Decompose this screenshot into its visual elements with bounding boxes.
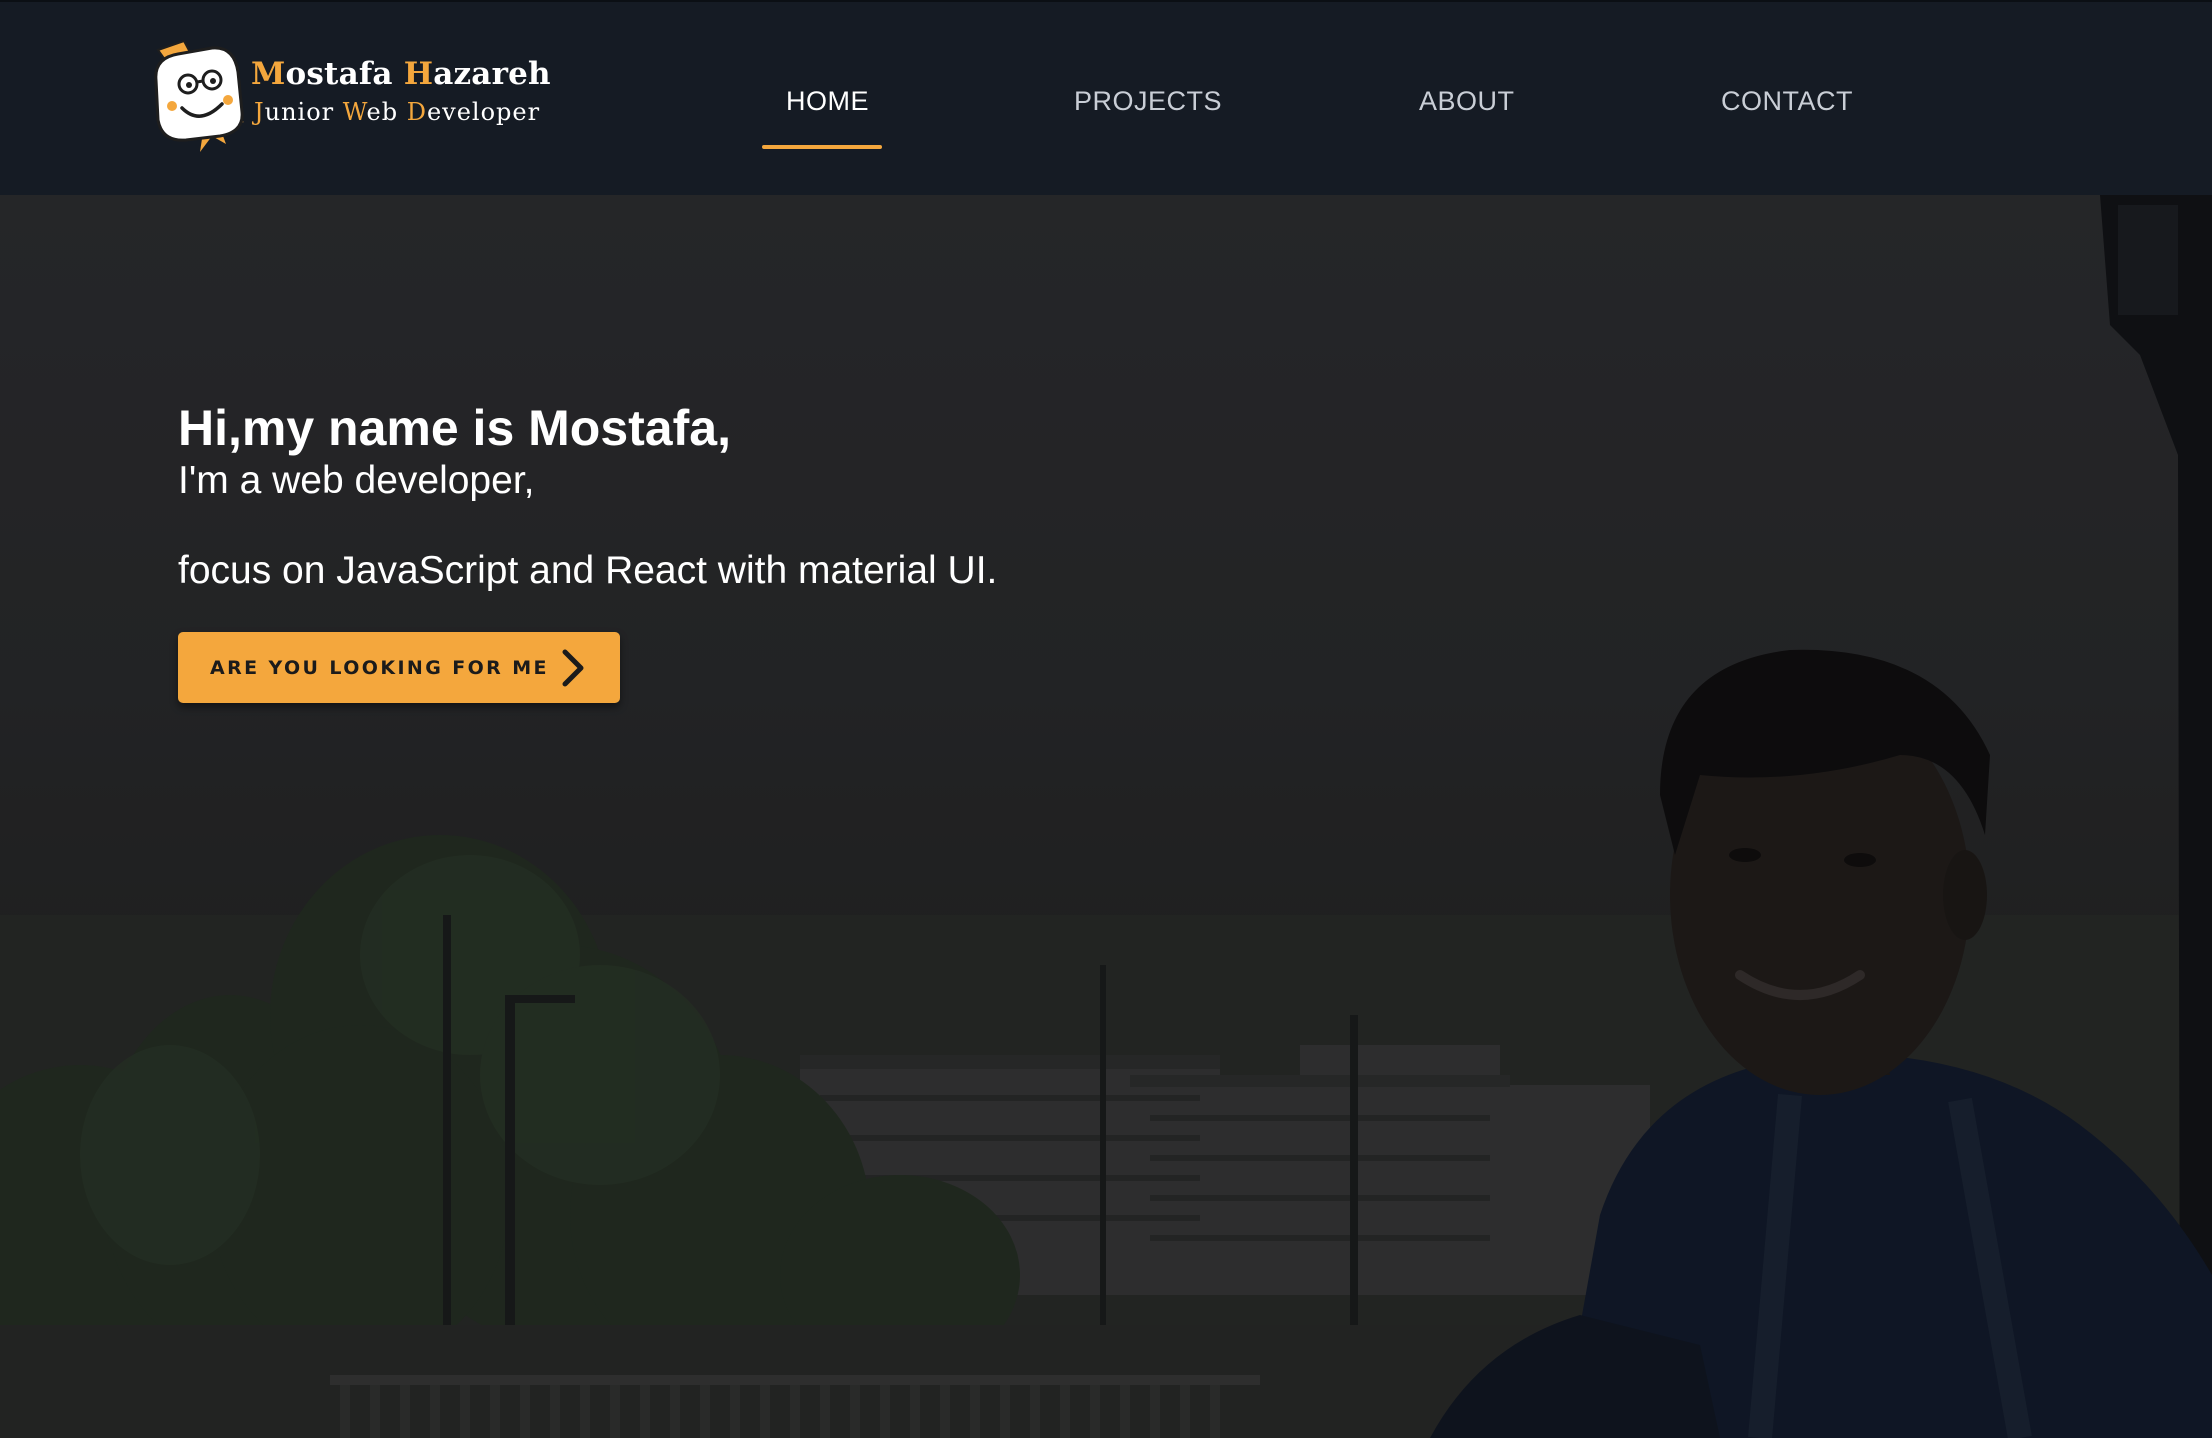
hero-section bbox=[0, 195, 2212, 1438]
hero-overlay bbox=[0, 195, 2212, 1438]
hero-intro: I'm a web developer, bbox=[178, 459, 535, 502]
looking-for-me-button[interactable]: ARE YOU LOOKING FOR ME bbox=[178, 632, 620, 703]
brand-role: Junior Web Developer bbox=[254, 98, 541, 126]
nav-about[interactable]: ABOUT bbox=[1419, 86, 1515, 117]
brand-logo[interactable]: Mostafa Hazareh Junior Web Developer bbox=[148, 36, 551, 161]
hero-text: Hi,my name is Mostafa, I'm a web develop… bbox=[178, 398, 997, 594]
brand-name: Mostafa Hazareh bbox=[251, 56, 551, 92]
chevron-right-icon bbox=[562, 649, 584, 686]
top-navbar: Mostafa Hazareh Junior Web Developer HOM… bbox=[0, 0, 2212, 195]
smiley-mascot-icon bbox=[154, 39, 244, 152]
active-nav-indicator bbox=[762, 145, 882, 149]
cta-label: ARE YOU LOOKING FOR ME bbox=[210, 656, 549, 679]
nav-contact[interactable]: CONTACT bbox=[1721, 86, 1853, 117]
hero-focus: focus on JavaScript and React with mater… bbox=[178, 549, 998, 592]
nav-home[interactable]: HOME bbox=[786, 86, 869, 117]
nav-projects[interactable]: PROJECTS bbox=[1074, 86, 1222, 117]
hero-greeting: Hi,my name is Mostafa, bbox=[178, 400, 731, 456]
page: Mostafa Hazareh Junior Web Developer HOM… bbox=[0, 0, 2212, 1438]
